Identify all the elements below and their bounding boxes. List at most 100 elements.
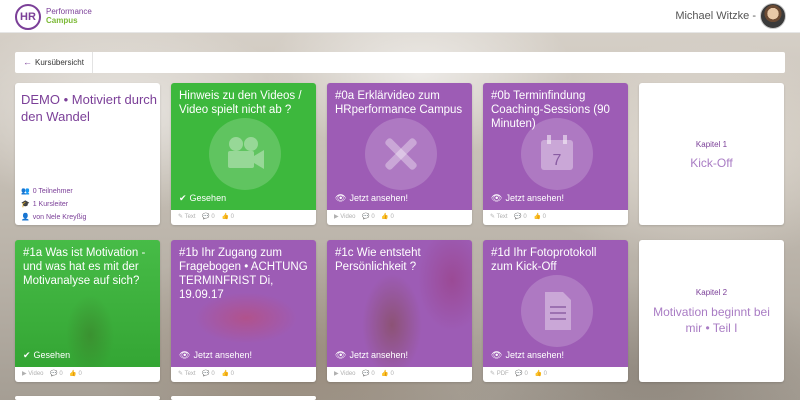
document-icon [521,275,593,347]
back-to-courses-button[interactable]: ← Kursübersicht [15,52,93,73]
eye-icon: 👁 [491,350,503,360]
lesson-meta: ✎ Text 💬 0 👍 0 [171,367,316,382]
like-icon: 👍 0 [69,371,82,377]
leaders-text: 1 Kursleiter [32,201,69,208]
type-icon: ✎ Text [178,371,196,377]
participants-text: 0 Teilnehmer [32,188,73,195]
user-menu[interactable]: Michael Witzke - [675,10,756,22]
arrow-left-icon: ← [23,57,32,67]
eye-icon: 👁 [179,350,191,360]
lesson-title: #1a Was ist Motivation - und was hat es … [23,247,146,287]
like-icon: 👍 0 [534,371,548,377]
type-text: Video [340,371,356,377]
comment-count: 0 [59,371,63,377]
type-text: Video [28,371,44,377]
type-icon: ✎ Text [178,214,196,220]
type-icon: ▶ Video [22,371,44,377]
comment-count: 0 [211,371,215,377]
lesson-title: #0b Terminfindung Coaching-Sessions (90 … [491,90,610,130]
type-text: PDF [496,371,509,377]
lesson-card[interactable]: Hinweis zu den Videos / Video spielt nic… [171,83,316,225]
lesson-status: 👁 Jetzt ansehen! [335,193,408,204]
chapter-card[interactable]: Kapitel 2 Motivation beginnt bei mir • T… [639,240,784,382]
comment-icon: 💬 0 [202,371,215,377]
lesson-meta: ▶ Video 💬 0 👍 0 [327,210,472,225]
logo-icon[interactable]: HR [15,4,41,30]
eye-icon: 👁 [335,193,347,203]
status-text: Jetzt ansehen! [349,350,408,360]
status-text: Gesehen [189,193,227,203]
lesson-card[interactable]: #1d Ihr Fotoprotokoll zum Kick-Off 👁 Jetz… [483,240,628,382]
author-text: von Nele Kreyßig [32,214,87,221]
comment-count: 0 [371,371,375,377]
lesson-title: #0a Erklärvideo zum HRperformance Campus [335,90,463,116]
status-text: Jetzt ansehen! [505,350,564,360]
like-count: 0 [230,371,234,377]
tools-icon [365,118,437,190]
like-count: 0 [78,371,82,377]
chapter-label: Kapitel 2 [695,288,728,297]
graduation-cap-icon: 🎓 [21,201,30,208]
type-icon: ▶ Video [334,214,356,220]
lesson-title: #1c Wie entsteht Persönlichkeit ? [335,247,421,273]
breadcrumb: ← Kursübersicht [15,52,785,73]
video-camera-icon [209,118,281,190]
type-icon: ▶ Video [334,371,356,377]
status-text: Jetzt ansehen! [505,193,564,203]
course-intro-card: DEMO • Motiviert durch den Wandel 👥 0 Tei… [15,83,160,225]
like-count: 0 [390,214,394,220]
avatar[interactable] [760,3,786,29]
chapter-label: Kapitel 1 [695,140,728,149]
chapter-title: Motivation beginnt bei mir • Teil I [653,305,770,335]
lesson-tile: #1c Wie entsteht Persönlichkeit ? 👁 Jetzt… [327,240,472,367]
type-text: Text [496,214,508,220]
svg-text:7: 7 [553,152,562,169]
author-row: 👤 von Nele Kreyßig [21,213,86,221]
status-text: Jetzt ansehen! [349,193,408,203]
lesson-card[interactable]: #1b Ihr Zugang zum Fragebogen • ACHTUNG … [171,240,316,382]
like-icon: 👍 0 [221,371,234,377]
lesson-card-partial[interactable] [171,396,316,400]
check-icon: ✔ [23,350,31,360]
lesson-meta: ▶ Video 💬 0 👍 0 [327,367,472,382]
eye-icon: 👁 [335,350,347,360]
type-text: Text [184,214,196,220]
course-title: DEMO • Motiviert durch den Wandel [21,92,158,124]
leaders-row[interactable]: 🎓 1 Kursleiter [21,200,68,208]
logo-line1: Performance [46,7,92,16]
comment-icon: 💬 0 [202,214,215,220]
like-icon: 👍 0 [221,214,234,220]
type-icon: ✎ PDF [490,371,509,377]
lesson-card[interactable]: #0a Erklärvideo zum HRperformance Campus… [327,83,472,225]
like-icon: 👍 0 [381,371,394,377]
lesson-tile: #1a Was ist Motivation - und was hat es … [15,240,160,367]
type-icon: ✎ Text [490,214,508,220]
like-count: 0 [542,214,546,220]
comment-count: 0 [371,214,375,220]
lesson-tile: #1b Ihr Zugang zum Fragebogen • ACHTUNG … [171,240,316,367]
chapter-title: Kick-Off [690,156,733,170]
lesson-meta: ▶ Video 💬 0 👍 0 [15,367,160,382]
lesson-title: Hinweis zu den Videos / Video spielt nic… [179,90,302,116]
user-icon: 👤 [21,214,30,221]
lesson-title: #1b Ihr Zugang zum Fragebogen • ACHTUNG … [179,247,308,301]
like-count: 0 [543,371,548,377]
lesson-card[interactable]: #1c Wie entsteht Persönlichkeit ? 👁 Jetzt… [327,240,472,382]
lesson-meta: ✎ Text 💬 0 👍 0 [483,210,628,225]
participants-row[interactable]: 👥 0 Teilnehmer [21,187,73,195]
lesson-tile: 7 #0b Terminfindung Coaching-Sessions (9… [483,83,628,210]
eye-icon: 👁 [491,193,503,203]
lesson-card[interactable]: #1a Was ist Motivation - und was hat es … [15,240,160,382]
type-text: Text [184,371,196,377]
status-text: Gesehen [33,350,71,360]
lesson-card[interactable]: 7 #0b Terminfindung Coaching-Sessions (9… [483,83,628,225]
like-icon: 👍 0 [381,214,394,220]
chapter-card[interactable]: Kapitel 1 Kick-Off [639,83,784,225]
check-icon: ✔ [179,193,187,203]
lesson-status: ✔ Gesehen [23,350,70,361]
users-icon: 👥 [21,188,30,195]
lesson-tile: Hinweis zu den Videos / Video spielt nic… [171,83,316,210]
lesson-status: 👁 Jetzt ansehen! [491,193,564,204]
lesson-card-partial[interactable] [15,396,160,400]
top-header: HR Performance Campus Michael Witzke - [0,0,800,33]
